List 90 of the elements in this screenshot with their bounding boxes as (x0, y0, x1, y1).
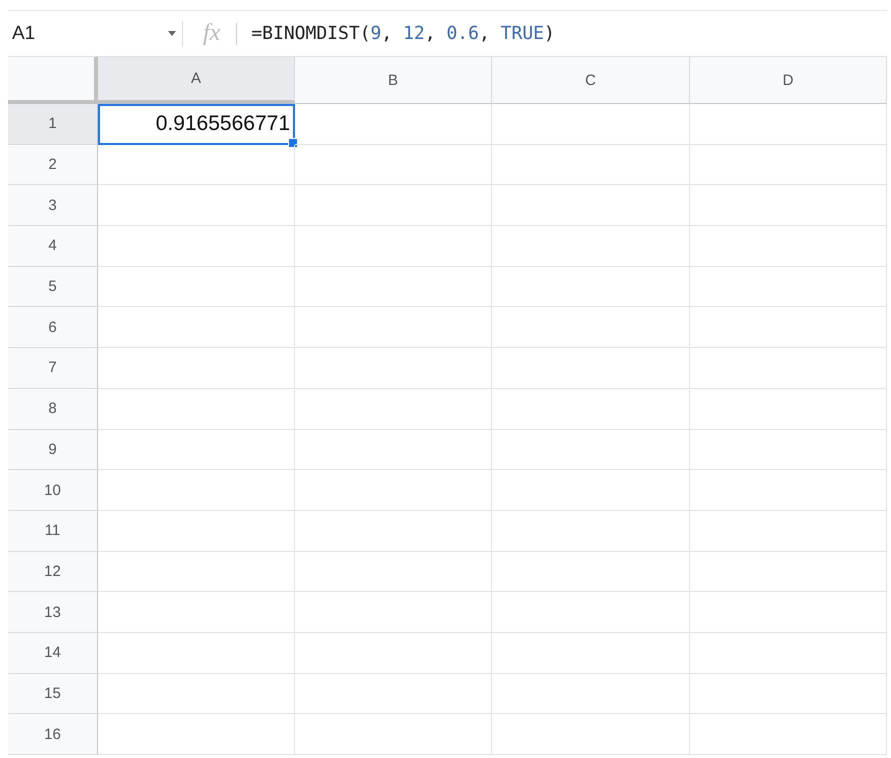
row-header[interactable]: 10 (8, 470, 98, 511)
row-header[interactable]: 16 (8, 714, 98, 755)
table-cell[interactable] (98, 226, 295, 267)
table-cell[interactable] (690, 430, 887, 470)
table-cell[interactable] (690, 226, 887, 267)
column-header[interactable]: D (690, 57, 887, 104)
table-cell[interactable] (98, 552, 295, 592)
table-cell[interactable] (690, 632, 887, 674)
table-cell[interactable] (690, 104, 887, 145)
table-cell[interactable] (98, 430, 295, 470)
table-cell[interactable] (295, 307, 492, 348)
table-cell[interactable] (98, 388, 295, 430)
column-header[interactable]: B (295, 57, 492, 104)
table-cell[interactable] (98, 510, 295, 552)
table-cell[interactable] (295, 510, 492, 552)
select-all-corner[interactable] (8, 57, 98, 104)
row-header[interactable]: 12 (8, 552, 98, 592)
name-box[interactable]: A1 (8, 16, 182, 52)
table-cell[interactable] (492, 632, 690, 674)
table-cell[interactable] (690, 348, 887, 389)
table-cell[interactable] (295, 348, 492, 389)
table-cell[interactable] (98, 714, 295, 755)
table-cell[interactable] (492, 510, 690, 552)
table-cell[interactable] (690, 592, 887, 633)
table-cell[interactable] (690, 185, 887, 226)
table-cell[interactable] (690, 470, 887, 511)
row-header[interactable]: 9 (8, 430, 98, 470)
row-header[interactable]: 4 (8, 226, 98, 267)
row-header[interactable]: 7 (8, 348, 98, 389)
table-cell[interactable] (98, 348, 295, 389)
table-cell[interactable] (492, 226, 690, 267)
row-header[interactable]: 14 (8, 632, 98, 674)
caret-icon[interactable] (168, 31, 176, 36)
row-header[interactable]: 11 (8, 510, 98, 552)
table-cell[interactable] (98, 307, 295, 348)
column-header[interactable]: C (492, 57, 690, 104)
table-cell[interactable] (98, 266, 295, 308)
table-cell[interactable] (492, 470, 690, 511)
row-header[interactable]: 15 (8, 674, 98, 714)
table-cell[interactable] (492, 144, 690, 186)
table-cell[interactable] (295, 104, 492, 145)
table-cell[interactable] (98, 674, 295, 714)
table-cell[interactable] (492, 552, 690, 592)
table-cell[interactable] (295, 226, 492, 267)
row-header[interactable]: 8 (8, 388, 98, 430)
column-header[interactable]: A (98, 57, 295, 104)
table-cell[interactable] (492, 388, 690, 430)
table-cell[interactable] (295, 714, 492, 755)
table-cell[interactable] (295, 185, 492, 226)
table-cell[interactable] (690, 510, 887, 552)
table-cell[interactable] (492, 430, 690, 470)
table-cell[interactable] (492, 592, 690, 633)
formula-field[interactable]: =BINOMDIST(9, 12, 0.6, TRUE) (237, 23, 555, 44)
table-cell[interactable] (98, 144, 295, 186)
table-cell[interactable] (295, 632, 492, 674)
table-cell[interactable] (690, 714, 887, 755)
table-cell[interactable] (492, 266, 690, 308)
table-cell[interactable] (295, 144, 492, 186)
row-header[interactable]: 13 (8, 592, 98, 633)
table-cell[interactable] (295, 266, 492, 308)
row-header[interactable]: 6 (8, 307, 98, 348)
table-cell[interactable] (690, 266, 887, 308)
table-cell[interactable] (492, 674, 690, 714)
table-cell[interactable] (98, 592, 295, 633)
fill-handle[interactable] (288, 138, 298, 148)
table-cell[interactable] (295, 592, 492, 633)
table-cell[interactable] (295, 388, 492, 430)
table-cell[interactable] (690, 144, 887, 186)
table-cell[interactable]: 0.9165566771 (98, 104, 295, 145)
table-cell[interactable] (492, 104, 690, 145)
table-cell[interactable] (492, 185, 690, 226)
row-header[interactable]: 3 (8, 185, 98, 226)
table-cell[interactable] (295, 430, 492, 470)
table-cell[interactable] (690, 674, 887, 714)
row-header[interactable]: 5 (8, 266, 98, 308)
table-cell[interactable] (492, 307, 690, 348)
table-cell[interactable] (295, 552, 492, 592)
table-cell[interactable] (492, 714, 690, 755)
table-cell[interactable] (98, 185, 295, 226)
table-cell[interactable] (492, 348, 690, 389)
table-cell[interactable] (98, 470, 295, 511)
table-cell[interactable] (295, 470, 492, 511)
table-cell[interactable] (690, 552, 887, 592)
table-cell[interactable] (690, 307, 887, 348)
row-header[interactable]: 1 (8, 104, 98, 145)
row-header[interactable]: 2 (8, 144, 98, 186)
table-cell[interactable] (690, 388, 887, 430)
fx-label: fx (202, 20, 222, 47)
table-cell[interactable] (98, 632, 295, 674)
table-cell[interactable] (295, 674, 492, 714)
